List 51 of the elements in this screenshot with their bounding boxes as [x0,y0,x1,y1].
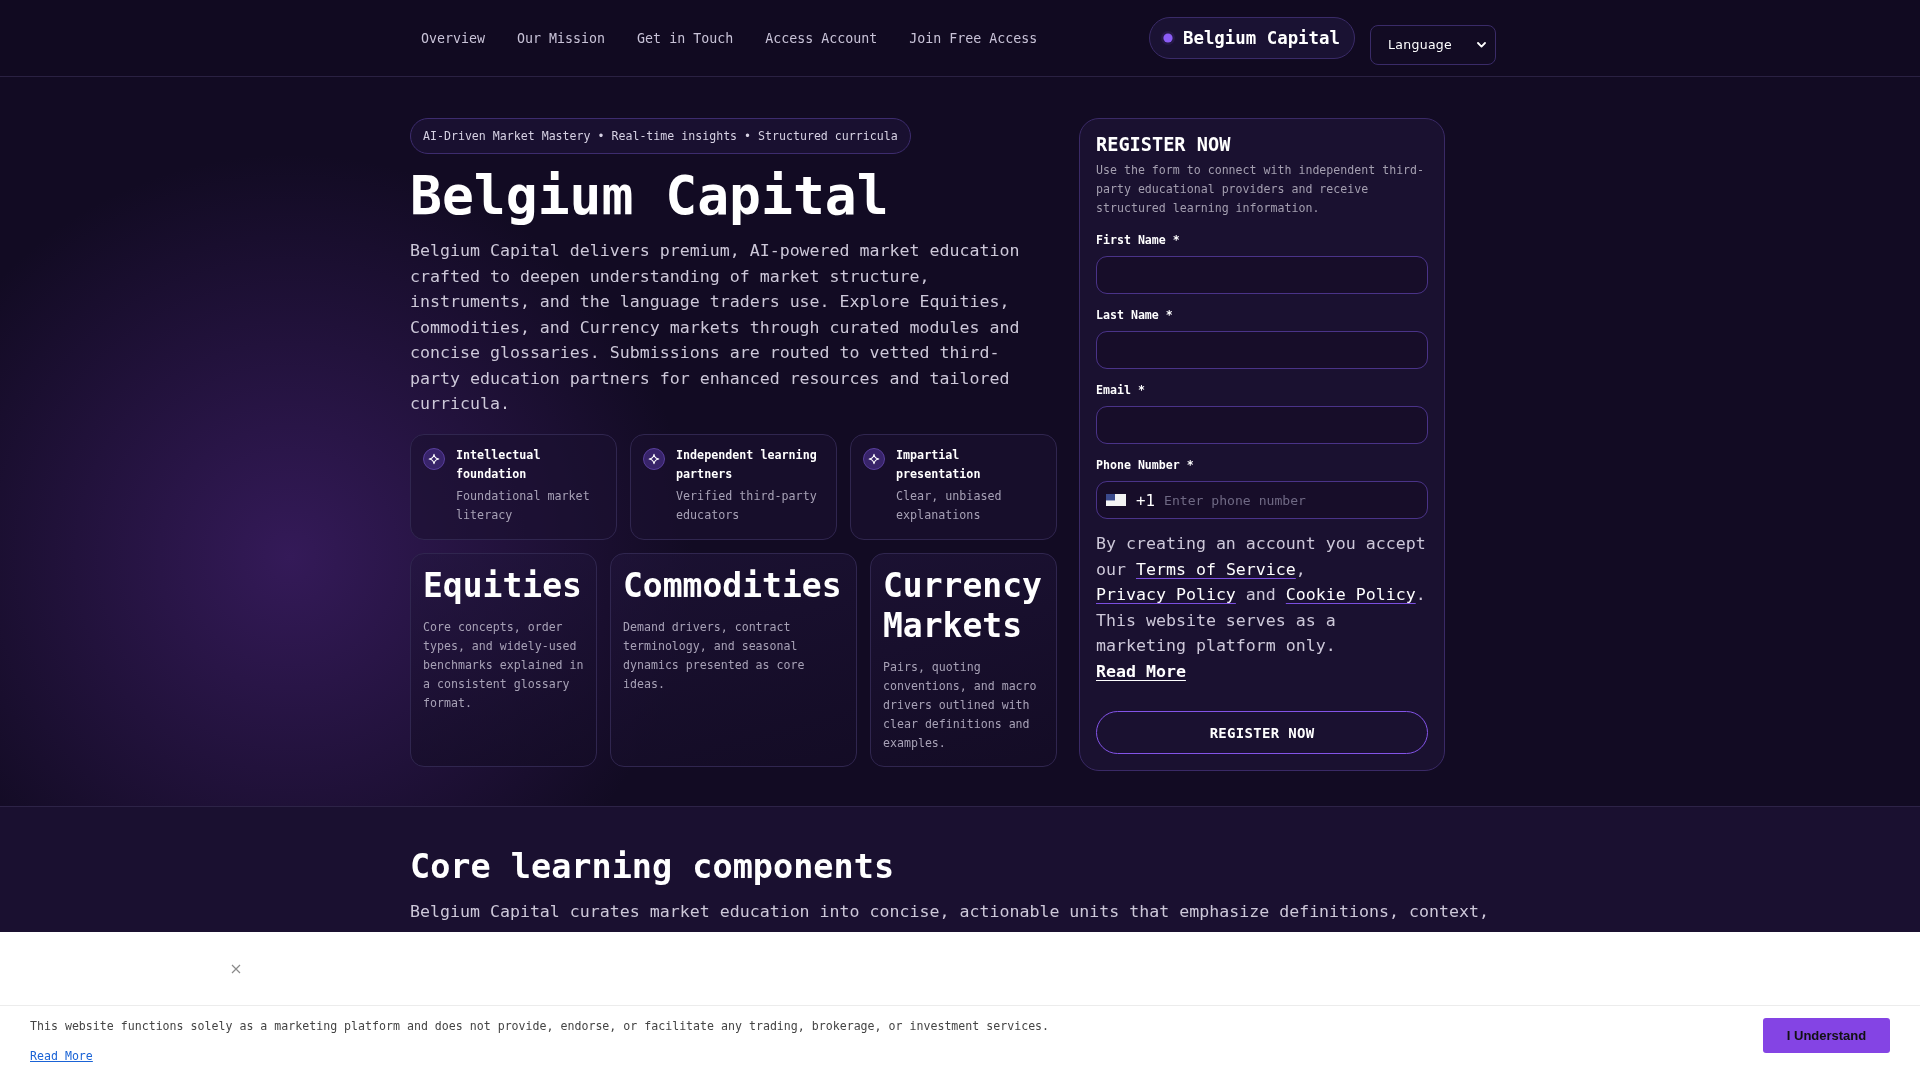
read-more-link[interactable]: Read More [1096,661,1186,681]
form-title: REGISTER NOW [1096,134,1231,156]
text-link[interactable]: Privacy Policy [1096,585,1236,604]
feature-title: Independent learning partners [676,446,818,483]
field-label: Last Name * [1096,307,1173,323]
market-text: Demand drivers, contract terminology, and seasonal dynamics presented as core ideas. [623,618,806,693]
feature-text: Foundational market literacy [456,487,591,524]
form-description: Use the form to connect with independent third-party educational providers and receive structured learning information. [1096,162,1426,217]
hero-intro: Belgium Capital delivers premium, AI-powered market education crafted to deepen understanding of market structure, instruments, and the language traders use. Explore Equities, Commodities, and Currency markets through curated modules and concise glossaries. Submissions are routed to vetted third-party education partners for enhanced resources and tailored curricula. [410,240,1021,415]
text-input[interactable] [1096,256,1428,294]
section-title: Core learning components [410,847,895,887]
nav-link[interactable]: Join Free Access [909,30,1038,46]
dot-icon [1160,31,1175,45]
field-label: First Name * [1096,232,1180,248]
market-title: Commodities [623,565,842,606]
market-title: Equities [423,565,582,606]
chevron-down-icon [1477,41,1486,48]
phone-number-input[interactable]: Enter phone number [1164,489,1418,511]
nav-link[interactable]: Get in Touch [637,30,734,46]
phone-field[interactable]: +1 Enter phone number [1096,481,1428,519]
nav-link[interactable]: Our Mission [517,30,606,46]
sparkle-icon [423,447,445,470]
market-text: Core concepts, order types, and widely-used benchmarks explained in a consistent glossary format. [423,618,585,712]
field-label: Email * [1096,382,1145,398]
feature-title: Intellectual foundation [456,446,542,483]
field-label: Phone Number * [1096,457,1194,473]
sparkle-icon [863,447,885,470]
nav-link[interactable]: Access Account [765,30,878,46]
flag-icon [1106,494,1126,506]
text-input[interactable] [1096,331,1428,369]
feature-text: Verified third-party educators [676,487,818,524]
nav-link[interactable]: Overview [421,30,486,46]
market-text: Pairs, quoting conventions, and macro drivers outlined with clear definitions and examples. [883,658,1038,752]
text-link[interactable]: Terms of Service [1135,559,1296,579]
sparkle-icon [643,447,665,470]
brand-link[interactable]: Belgium Capital [1148,17,1355,59]
section-text: Belgium Capital curates market education into concise, actionable units that emphasize definitions, context, [410,901,1489,923]
market-title: Currency Markets [883,565,1043,646]
text-link[interactable]: Cookie Policy [1285,585,1416,604]
text-input[interactable] [1096,406,1428,444]
feature-text: Clear, unbiased explanations [896,487,1003,524]
consent-text: By creating an account you accept our Terms of Service, Privacy Policy and Cookie Policy. This website serves as a marketing platform only. Read More [1096,533,1427,683]
feature-title: Impartial presentation [896,446,982,483]
disclaimer-text: This website functions solely as a marketing platform and does not provide, endorse, or facilitate any trading, brokerage, or investment services. [30,1018,1050,1035]
understand-button[interactable]: I Understand [1763,1018,1890,1053]
country-code: +1 [1136,490,1156,510]
read-more-link[interactable]: Read More [30,1046,93,1065]
language-select[interactable]: Language [1370,24,1496,65]
close-icon[interactable] [231,963,241,974]
hero-title: Belgium Capital [410,167,889,225]
tagline: AI-Driven Market Mastery • Real-time insights • Structured curricula [410,118,911,154]
